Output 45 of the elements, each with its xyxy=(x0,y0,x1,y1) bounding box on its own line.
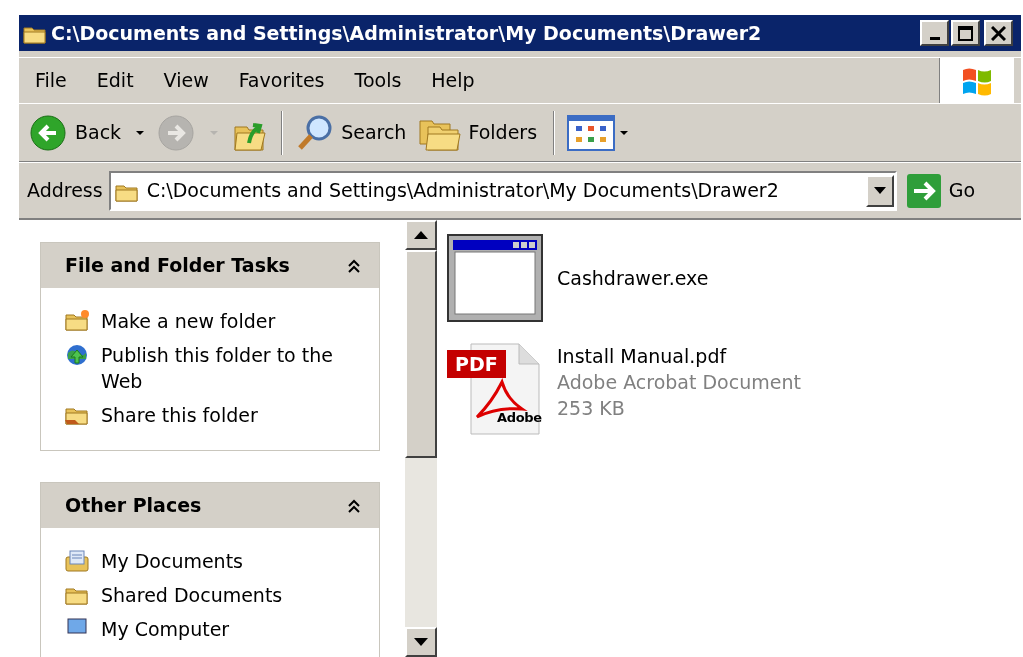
go-button[interactable]: Go xyxy=(906,173,976,208)
folder-icon xyxy=(65,549,91,573)
search-button[interactable]: Search xyxy=(291,107,411,158)
scrollbar[interactable] xyxy=(405,220,437,657)
menu-item[interactable]: Help xyxy=(416,66,490,95)
collapse-button[interactable] xyxy=(347,498,361,513)
minimize-button[interactable] xyxy=(920,20,949,46)
folders-button[interactable]: Folders xyxy=(410,107,546,158)
address-label: Address xyxy=(27,178,103,204)
caret-icon xyxy=(209,129,220,136)
panel-title: Other Places xyxy=(65,493,202,519)
task-link[interactable]: My Computer xyxy=(101,616,341,642)
task-link[interactable]: Publish this folder to the Web xyxy=(101,342,341,394)
maximize-button[interactable] xyxy=(951,20,980,46)
file-name[interactable]: Install Manual.pdf xyxy=(557,343,801,369)
menu-item[interactable]: Favorites xyxy=(223,66,340,95)
views-icon xyxy=(567,114,616,151)
panel-title: File and Folder Tasks xyxy=(65,253,290,279)
dropdown-button[interactable] xyxy=(865,174,894,207)
task-link[interactable]: Share this folder xyxy=(101,402,341,428)
file-type: Adobe Acrobat Document xyxy=(557,370,801,395)
menu-item[interactable]: Tools xyxy=(339,66,417,95)
window-title: C:\Documents and Settings\Administrator\My Documents\Drawer2 xyxy=(51,20,762,46)
close-button[interactable] xyxy=(984,20,1013,46)
file-name[interactable]: Cashdrawer.exe xyxy=(557,263,709,293)
scroll-down-icon[interactable] xyxy=(414,638,428,646)
collapse-button[interactable] xyxy=(347,258,361,273)
task-link[interactable]: My Documents xyxy=(101,548,341,574)
task-link[interactable]: Make a new folder xyxy=(101,308,341,334)
caret-icon xyxy=(619,129,630,136)
file-size: 253 KB xyxy=(557,396,626,421)
menu-item[interactable]: Edit xyxy=(81,66,149,95)
back-button[interactable]: Back xyxy=(27,107,156,158)
menu-item[interactable]: File xyxy=(19,66,82,95)
task-link[interactable]: Shared Documents xyxy=(101,582,341,608)
address-field[interactable]: C:\Documents and Settings\Administrator\My Documents\Drawer2 xyxy=(108,170,897,211)
caret-icon xyxy=(135,129,146,136)
folder-icon xyxy=(65,309,91,333)
close-icon xyxy=(991,25,1006,41)
scroll-up-icon[interactable] xyxy=(414,231,428,239)
menu-item[interactable]: View xyxy=(148,66,224,95)
minimize-icon xyxy=(929,37,940,40)
maximize-icon xyxy=(958,25,973,41)
caret-icon xyxy=(873,187,886,194)
application-icon xyxy=(447,234,543,322)
